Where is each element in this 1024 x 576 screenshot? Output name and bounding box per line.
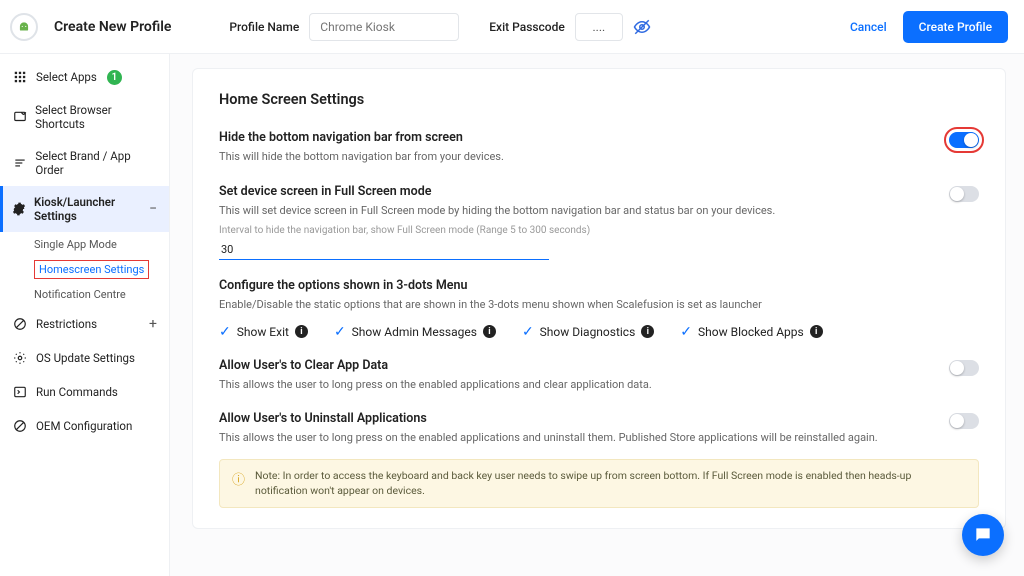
exit-passcode-input[interactable] bbox=[575, 13, 623, 41]
collapse-icon: − bbox=[149, 202, 157, 216]
apps-count-badge: 1 bbox=[107, 70, 122, 85]
check-icon: ✓ bbox=[680, 324, 692, 340]
expand-icon: + bbox=[149, 317, 157, 331]
setting-desc: This will hide the bottom navigation bar… bbox=[219, 149, 979, 166]
option-show-diagnostics[interactable]: ✓ Show Diagnostics i bbox=[522, 324, 654, 340]
setting-desc: This will set device screen in Full Scre… bbox=[219, 203, 979, 220]
block-icon bbox=[12, 316, 28, 332]
setting-full-screen: Set device screen in Full Screen mode Th… bbox=[219, 184, 979, 261]
note-text: Note: In order to access the keyboard an… bbox=[255, 468, 966, 500]
gear-icon bbox=[12, 201, 26, 217]
sidebar-sub-homescreen[interactable]: Homescreen Settings bbox=[0, 257, 169, 282]
settings-panel: Home Screen Settings Hide the bottom nav… bbox=[192, 68, 1006, 529]
chat-fab[interactable] bbox=[962, 514, 1004, 556]
setting-title: Allow User's to Clear App Data bbox=[219, 358, 979, 373]
option-show-exit[interactable]: ✓ Show Exit i bbox=[219, 324, 308, 340]
info-icon[interactable]: i bbox=[483, 325, 496, 338]
chat-icon bbox=[973, 525, 993, 545]
setting-desc: Enable/Disable the static options that a… bbox=[219, 297, 979, 314]
setting-title: Hide the bottom navigation bar from scre… bbox=[219, 130, 979, 145]
sidebar-label: OEM Configuration bbox=[36, 419, 132, 433]
setting-desc: This allows the user to long press on th… bbox=[219, 430, 979, 447]
sidebar-item-kiosk-launcher[interactable]: Kiosk/Launcher Settings − bbox=[0, 186, 169, 232]
sidebar-item-brand-order[interactable]: Select Brand / App Order bbox=[0, 140, 169, 186]
toggle-uninstall-apps[interactable] bbox=[949, 413, 979, 429]
profile-name-input[interactable] bbox=[309, 13, 459, 41]
sidebar: Select Apps 1 Select Browser Shortcuts S… bbox=[0, 54, 170, 576]
toggle-clear-app-data[interactable] bbox=[949, 360, 979, 376]
apps-grid-icon bbox=[12, 69, 28, 85]
setting-title: Configure the options shown in 3-dots Me… bbox=[219, 278, 979, 293]
sidebar-item-oem-config[interactable]: OEM Configuration bbox=[0, 409, 169, 443]
setting-desc: This allows the user to long press on th… bbox=[219, 377, 979, 394]
toggle-full-screen[interactable] bbox=[949, 186, 979, 202]
content: Home Screen Settings Hide the bottom nav… bbox=[170, 54, 1024, 576]
sidebar-label: OS Update Settings bbox=[36, 351, 135, 365]
profile-name-label: Profile Name bbox=[229, 20, 299, 34]
sidebar-item-select-apps[interactable]: Select Apps 1 bbox=[0, 60, 169, 94]
android-icon bbox=[17, 20, 31, 34]
setting-title: Set device screen in Full Screen mode bbox=[219, 184, 979, 199]
option-show-admin-messages[interactable]: ✓ Show Admin Messages i bbox=[334, 324, 496, 340]
page-title: Create New Profile bbox=[54, 19, 171, 35]
sidebar-sub-notification[interactable]: Notification Centre bbox=[0, 282, 169, 307]
update-icon bbox=[12, 350, 28, 366]
sidebar-label: Select Brand / App Order bbox=[35, 149, 157, 177]
sidebar-item-run-commands[interactable]: Run Commands bbox=[0, 375, 169, 409]
info-note: ⓘ Note: In order to access the keyboard … bbox=[219, 459, 979, 509]
top-bar: Create New Profile Profile Name Exit Pas… bbox=[0, 0, 1024, 54]
sidebar-label: Select Browser Shortcuts bbox=[35, 103, 157, 131]
terminal-icon bbox=[12, 384, 28, 400]
info-icon[interactable]: i bbox=[295, 325, 308, 338]
check-icon: ✓ bbox=[334, 324, 346, 340]
setting-title: Allow User's to Uninstall Applications bbox=[219, 411, 979, 426]
sidebar-sub-single-app[interactable]: Single App Mode bbox=[0, 232, 169, 257]
sidebar-item-restrictions[interactable]: Restrictions + bbox=[0, 307, 169, 341]
brand-logo bbox=[10, 13, 38, 41]
interval-input[interactable] bbox=[219, 240, 549, 260]
check-icon: ✓ bbox=[522, 324, 534, 340]
toggle-hide-navbar[interactable] bbox=[949, 132, 979, 148]
panel-title: Home Screen Settings bbox=[219, 91, 979, 108]
setting-uninstall-apps: Allow User's to Uninstall Applications T… bbox=[219, 411, 979, 447]
cancel-button[interactable]: Cancel bbox=[850, 20, 887, 34]
block-icon bbox=[12, 418, 28, 434]
info-icon[interactable]: i bbox=[810, 325, 823, 338]
sidebar-item-os-update[interactable]: OS Update Settings bbox=[0, 341, 169, 375]
create-profile-button[interactable]: Create Profile bbox=[903, 11, 1008, 43]
option-show-blocked-apps[interactable]: ✓ Show Blocked Apps i bbox=[680, 324, 822, 340]
info-icon[interactable]: i bbox=[641, 325, 654, 338]
sidebar-label: Restrictions bbox=[36, 317, 97, 331]
setting-three-dots-menu: Configure the options shown in 3-dots Me… bbox=[219, 278, 979, 340]
interval-label: Interval to hide the navigation bar, sho… bbox=[219, 225, 979, 236]
warning-icon: ⓘ bbox=[232, 469, 245, 488]
sidebar-item-browser-shortcuts[interactable]: Select Browser Shortcuts bbox=[0, 94, 169, 140]
check-icon: ✓ bbox=[219, 324, 231, 340]
sidebar-label: Select Apps bbox=[36, 70, 97, 84]
main-area: Select Apps 1 Select Browser Shortcuts S… bbox=[0, 54, 1024, 576]
list-order-icon bbox=[12, 155, 27, 171]
sidebar-label: Run Commands bbox=[36, 385, 118, 399]
toggle-passcode-visibility-icon[interactable] bbox=[633, 18, 651, 36]
exit-passcode-label: Exit Passcode bbox=[489, 20, 565, 34]
setting-hide-navbar: Hide the bottom navigation bar from scre… bbox=[219, 130, 979, 166]
setting-clear-app-data: Allow User's to Clear App Data This allo… bbox=[219, 358, 979, 394]
sidebar-label: Kiosk/Launcher Settings bbox=[34, 195, 141, 223]
browser-icon bbox=[12, 109, 27, 125]
